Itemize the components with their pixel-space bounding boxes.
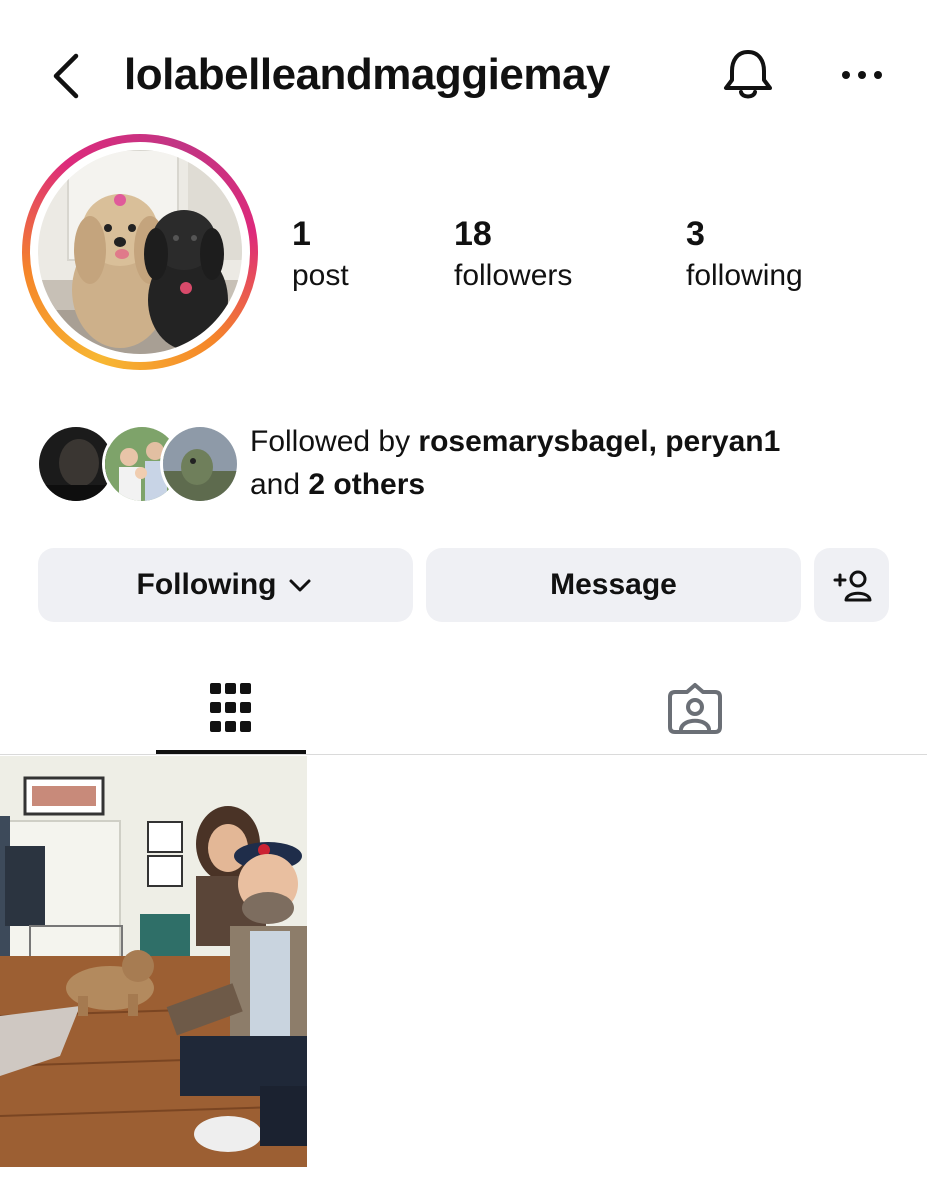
more-options-button[interactable]: [836, 58, 888, 92]
followed-by-text[interactable]: Followed by rosemarysbagel, peryan1 and …: [250, 420, 890, 506]
stat-following[interactable]: 3 following: [686, 212, 803, 296]
followed-by-conjunction: and: [250, 468, 309, 501]
post-image: [0, 756, 307, 1167]
posts-label: post: [292, 259, 349, 292]
followers-label: followers: [454, 259, 573, 292]
followers-count: 18: [454, 215, 492, 253]
following-label: following: [686, 259, 803, 292]
following-count: 3: [686, 215, 705, 253]
tabs-divider: [0, 754, 927, 755]
posts-count: 1: [292, 215, 311, 253]
avatar-dogs-image: [38, 150, 242, 354]
chevron-left-icon: [53, 53, 79, 99]
mutual-username-1[interactable]: rosemarysbagel: [418, 425, 648, 458]
mutual-username-2[interactable]: peryan1: [665, 425, 780, 458]
stat-followers[interactable]: 18 followers: [454, 212, 572, 296]
grid-icon: [210, 683, 251, 732]
message-button-label: Message: [550, 568, 677, 601]
mutual-others[interactable]: 2 others: [308, 468, 425, 501]
message-button[interactable]: Message: [426, 548, 801, 622]
followed-by-prefix: Followed by: [250, 425, 419, 458]
more-horizontal-icon: [842, 71, 882, 79]
add-person-icon: [833, 570, 871, 602]
back-button[interactable]: [44, 50, 88, 102]
suggested-accounts-button[interactable]: [814, 548, 889, 622]
post-thumbnail[interactable]: [0, 756, 307, 1167]
tab-tagged[interactable]: [620, 662, 770, 754]
stat-posts[interactable]: 1 post: [292, 212, 349, 296]
following-button[interactable]: Following: [38, 548, 413, 622]
chevron-down-icon: [289, 579, 311, 592]
tagged-person-icon: [668, 683, 722, 734]
profile-avatar: [38, 150, 242, 354]
notifications-button[interactable]: [718, 44, 778, 106]
profile-username: lolabelleandmaggiemay: [124, 50, 610, 99]
following-button-label: Following: [136, 568, 277, 601]
mutual-follower-avatar-3[interactable]: [160, 424, 240, 504]
avatar-ring-gap: [30, 142, 250, 362]
bell-icon: [724, 50, 772, 99]
mutual-separator: ,: [648, 425, 666, 458]
profile-avatar-story-ring[interactable]: [22, 134, 258, 370]
tab-posts-grid[interactable]: [156, 662, 306, 754]
